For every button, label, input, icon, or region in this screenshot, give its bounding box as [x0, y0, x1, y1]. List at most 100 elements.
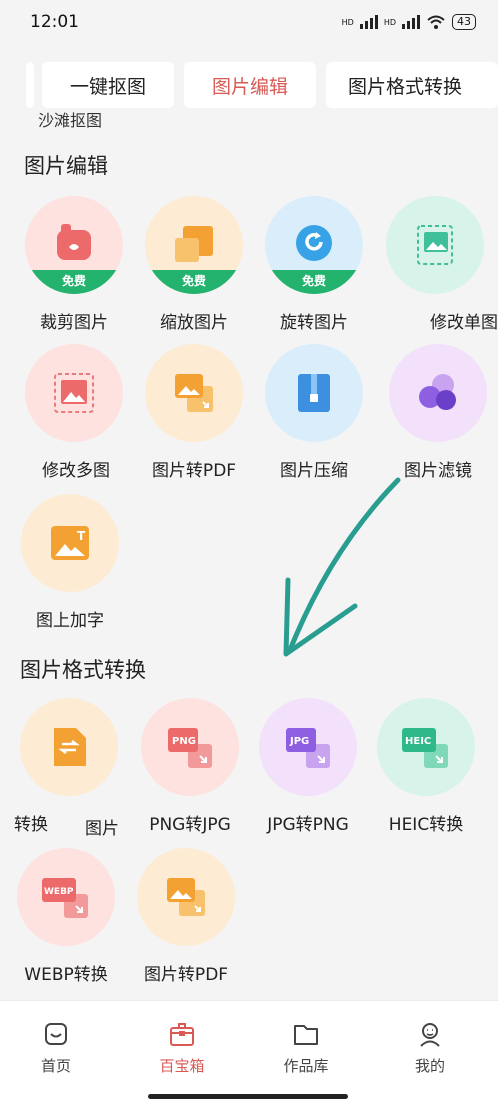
home-indicator	[148, 1094, 348, 1099]
tool-label: 修改多图	[42, 461, 110, 481]
tool-icon-bg: 免费	[145, 196, 243, 294]
toolbox-icon	[170, 1023, 194, 1046]
nav-label: 作品库	[283, 1057, 329, 1075]
tool-label: 图片转PDF	[151, 461, 237, 481]
tool-icon-bg: 免费	[265, 196, 363, 294]
tool-label: 修改单图	[430, 313, 498, 333]
hd-label: HD	[383, 17, 396, 27]
tool-label: HEIC转换	[388, 815, 464, 835]
tool-image-to-pdf-2[interactable]: 图片转PDF	[124, 848, 248, 985]
tool-label: 图片转PDF	[143, 965, 229, 985]
free-badge: 免费	[25, 270, 123, 294]
tool-label: JPG转PNG	[267, 815, 349, 835]
folder-icon	[294, 1025, 318, 1045]
tab-image-edit[interactable]: 图片编辑	[184, 62, 316, 108]
signal-icon	[359, 15, 378, 29]
nav-works[interactable]: 作品库	[256, 1019, 356, 1076]
free-badge: 免费	[265, 270, 363, 294]
tool-jpg-to-png[interactable]: JPG JPG转PNG	[246, 698, 370, 835]
convert-icon	[54, 728, 86, 766]
heic-icon: HEIC	[402, 728, 448, 768]
svg-text:PNG: PNG	[172, 736, 196, 747]
tab-edge	[26, 62, 34, 108]
tool-heic-convert[interactable]: HEIC HEIC转换	[364, 698, 488, 835]
image-to-pdf-icon	[175, 374, 213, 412]
svg-text:WEBP: WEBP	[44, 887, 74, 897]
tab-label: 图片编辑	[211, 75, 288, 98]
nav-label: 首页	[40, 1057, 71, 1075]
battery-icon: 43	[452, 14, 476, 30]
tool-add-text[interactable]: T 图上加字	[8, 494, 132, 631]
tab-label: 一键抠图	[69, 75, 146, 98]
signal-icon	[402, 15, 420, 29]
profile-icon	[420, 1023, 440, 1047]
tool-icon-bg	[386, 196, 484, 294]
free-badge: 免费	[145, 270, 243, 294]
tool-edit-multi[interactable]: 修改多图	[12, 344, 136, 481]
section-title-convert: 图片格式转换	[20, 658, 146, 682]
tab-cutout[interactable]: 一键抠图	[42, 62, 174, 108]
annotation-arrow	[283, 477, 401, 657]
compress-icon	[298, 374, 330, 412]
svg-text:T: T	[77, 529, 86, 543]
hd-label: HD	[341, 17, 354, 27]
tool-edit-single[interactable]: 修改单图	[380, 196, 498, 333]
edit-single-icon	[417, 225, 453, 265]
tool-icon-bg: WEBP	[17, 848, 115, 946]
tool-label: 图上加字	[36, 611, 104, 631]
tool-icon-bg	[145, 344, 243, 442]
nav-profile[interactable]: 我的	[380, 1019, 480, 1076]
rotate-icon	[296, 225, 332, 261]
nav-label: 我的	[414, 1057, 445, 1075]
status-bar: 12:01 HD HD 43	[0, 0, 498, 44]
tab-label: 图片格式转换	[348, 75, 463, 98]
bottom-nav: 首页 百宝箱 作品库 我的	[0, 1000, 498, 1107]
category-tabs: 一键抠图 图片编辑 图片格式转换	[0, 62, 498, 112]
home-icon	[45, 1023, 67, 1045]
tool-compress[interactable]: 图片压缩	[252, 344, 376, 481]
tool-crop[interactable]: 免费 裁剪图片	[12, 196, 136, 333]
tool-filter[interactable]: 图片滤镜	[376, 344, 498, 481]
crop-icon	[57, 224, 91, 260]
tool-webp-convert[interactable]: WEBP WEBP转换	[4, 848, 128, 985]
webp-icon: WEBP	[42, 878, 88, 918]
resize-icon	[175, 226, 213, 262]
tool-image-to-pdf[interactable]: 图片转PDF	[132, 344, 256, 481]
tool-icon-bg	[137, 848, 235, 946]
clock: 12:01	[30, 12, 79, 32]
svg-text:JPG: JPG	[289, 736, 309, 747]
tool-icon-bg: PNG	[141, 698, 239, 796]
tool-label: 缩放图片	[160, 313, 228, 333]
tool-png-to-jpg[interactable]: PNG PNG转JPG	[128, 698, 252, 835]
tool-icon-bg	[265, 344, 363, 442]
tab-format-convert[interactable]: 图片格式转换	[326, 62, 498, 108]
tool-label: 图片	[85, 819, 119, 839]
filter-icon	[419, 374, 456, 410]
tool-icon-bg: JPG	[259, 698, 357, 796]
tool-icon-bg	[25, 344, 123, 442]
tool-icon-bg	[389, 344, 487, 442]
tool-label: WEBP转换	[24, 965, 108, 985]
status-icons: HD HD 43	[342, 14, 476, 30]
tool-label: 裁剪图片	[40, 313, 108, 333]
section-title-edit: 图片编辑	[24, 154, 108, 178]
tool-resize[interactable]: 免费 缩放图片	[132, 196, 256, 333]
tool-icon-bg: 免费	[25, 196, 123, 294]
tool-image-fragment[interactable]: 图片	[82, 800, 122, 839]
tool-icon-bg	[20, 698, 118, 796]
sub-text: 沙滩抠图	[38, 111, 103, 130]
nav-label: 百宝箱	[159, 1057, 205, 1075]
tool-label: 旋转图片	[280, 313, 348, 333]
nav-home[interactable]: 首页	[6, 1019, 106, 1076]
add-text-icon: T	[51, 526, 89, 560]
tool-icon-bg: T	[21, 494, 119, 592]
tool-rotate[interactable]: 免费 旋转图片	[252, 196, 376, 333]
svg-text:HEIC: HEIC	[405, 736, 431, 747]
edit-multi-icon	[54, 373, 94, 413]
wifi-icon	[427, 15, 445, 29]
image-to-pdf-icon	[167, 878, 205, 916]
jpg-icon: JPG	[286, 728, 330, 768]
nav-toolbox[interactable]: 百宝箱	[132, 1019, 232, 1076]
tool-label: PNG转JPG	[149, 815, 231, 835]
png-icon: PNG	[168, 728, 212, 768]
